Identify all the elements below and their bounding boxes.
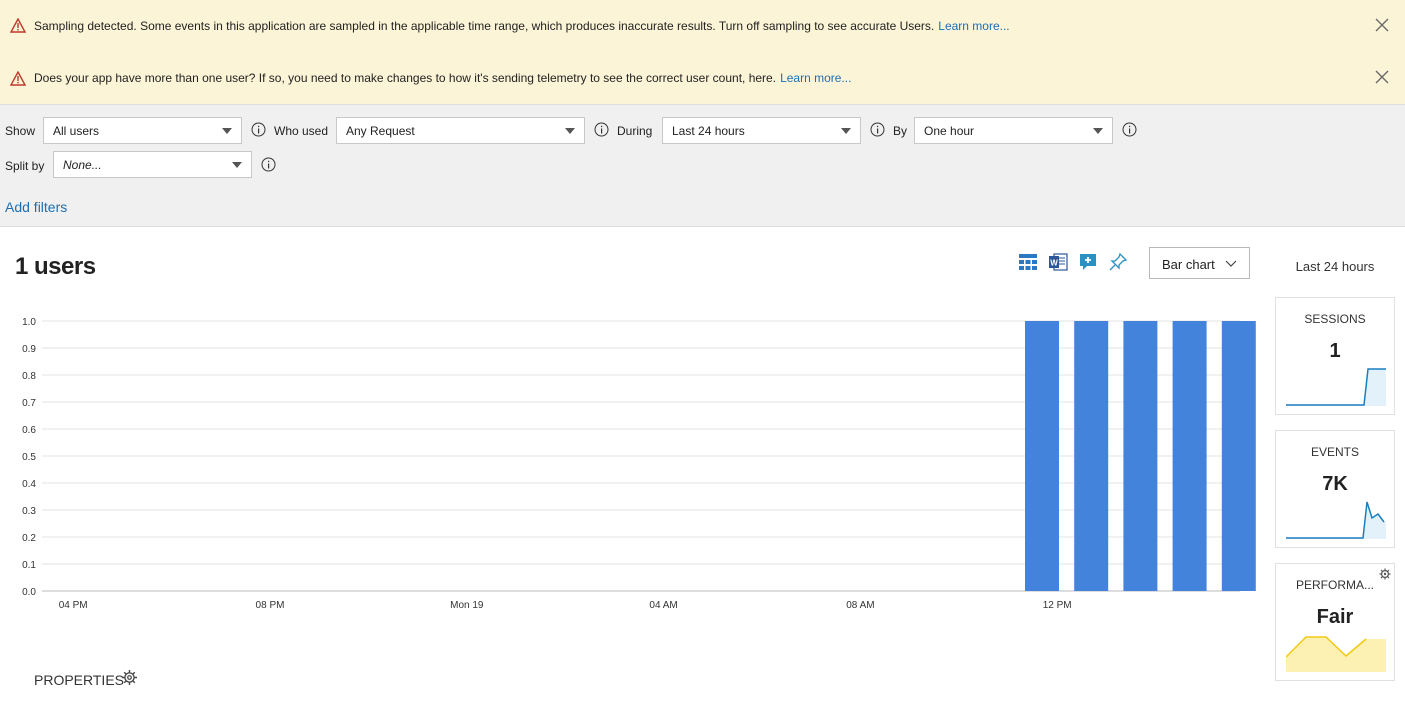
chevron-down-icon	[565, 128, 575, 134]
banner-message: Does your app have more than one user? I…	[34, 71, 852, 85]
x-tick-label: 08 AM	[846, 600, 874, 611]
info-icon[interactable]	[870, 122, 885, 137]
tile-value: 7K	[1322, 473, 1348, 495]
show-dropdown[interactable]: All users	[43, 117, 242, 144]
info-icon[interactable]	[261, 157, 276, 172]
svg-text:W: W	[1050, 259, 1058, 268]
chart-type-dropdown[interactable]: Bar chart	[1149, 247, 1250, 279]
chevron-down-icon	[841, 128, 851, 134]
split-by-dropdown[interactable]: None...	[53, 151, 252, 178]
sampling-warning-banner: Sampling detected. Some events in this a…	[0, 0, 1405, 51]
performance-sparkline	[1286, 636, 1386, 672]
gear-icon[interactable]	[121, 669, 138, 686]
chevron-down-icon	[232, 162, 242, 168]
y-tick-label: 0.2	[22, 533, 36, 544]
sessions-sparkline	[1286, 368, 1386, 406]
who-used-dropdown[interactable]: Any Request	[336, 117, 585, 144]
sessions-tile[interactable]: SESSIONS 1	[1275, 297, 1395, 415]
time-range-label: Last 24 hours	[1295, 259, 1375, 274]
warning-icon	[10, 18, 26, 33]
y-tick-label: 0.0	[22, 587, 36, 598]
bar	[1074, 321, 1109, 591]
show-label: Show	[5, 124, 36, 138]
events-tile[interactable]: EVENTS 7K	[1275, 430, 1395, 548]
x-tick-label: Mon 19	[450, 600, 484, 611]
pin-icon[interactable]	[1108, 252, 1128, 272]
x-tick-label: 08 PM	[256, 600, 285, 611]
y-tick-label: 0.1	[22, 560, 36, 571]
x-tick-label: 12 PM	[1043, 600, 1072, 611]
multi-user-warning-banner: Does your app have more than one user? I…	[0, 51, 1405, 104]
tile-value: 1	[1329, 340, 1341, 362]
chevron-down-icon	[1093, 128, 1103, 134]
x-tick-label: 04 AM	[649, 600, 677, 611]
tile-name: PERFORMA...	[1295, 578, 1374, 592]
close-icon[interactable]	[1375, 70, 1389, 84]
performance-tile[interactable]: PERFORMA... Fair	[1275, 563, 1395, 681]
properties-heading: PROPERTIES	[34, 672, 124, 688]
word-export-icon[interactable]: W	[1048, 252, 1068, 272]
y-tick-label: 0.6	[22, 425, 36, 436]
tile-name: SESSIONS	[1304, 312, 1366, 326]
by-label: By	[893, 124, 908, 138]
bar	[1172, 321, 1207, 591]
add-comment-icon[interactable]	[1078, 252, 1098, 272]
close-icon[interactable]	[1375, 18, 1389, 32]
y-tick-label: 0.9	[22, 344, 36, 355]
y-tick-label: 0.4	[22, 479, 36, 490]
x-tick-label: 04 PM	[59, 600, 88, 611]
during-label: During	[617, 124, 653, 138]
bar	[1221, 321, 1256, 591]
users-bar-chart: 0.0 0.1 0.2 0.3 0.4 0.5 0.6 0.7 0.8 0.9 1.0 04 PM 08…	[22, 317, 1256, 611]
page-title: 1 users	[15, 253, 96, 280]
y-tick-label: 0.5	[22, 452, 36, 463]
events-sparkline	[1286, 501, 1386, 539]
tile-value: Fair	[1316, 606, 1354, 628]
learn-more-link[interactable]: Learn more...	[938, 19, 1009, 33]
y-tick-label: 0.8	[22, 371, 36, 382]
y-tick-label: 0.7	[22, 398, 36, 409]
grid-view-icon[interactable]	[1018, 252, 1038, 272]
chevron-down-icon	[222, 128, 232, 134]
bar	[1025, 321, 1059, 591]
tile-name: EVENTS	[1310, 445, 1359, 459]
y-tick-label: 1.0	[22, 317, 36, 328]
split-by-label: Split by	[5, 159, 45, 173]
info-icon[interactable]	[594, 122, 609, 137]
banner-message: Sampling detected. Some events in this a…	[34, 19, 1010, 33]
add-filters-link[interactable]: Add filters	[5, 199, 67, 215]
who-used-label: Who used	[274, 124, 329, 138]
warning-icon	[10, 71, 26, 86]
learn-more-link[interactable]: Learn more...	[780, 71, 851, 85]
y-tick-label: 0.3	[22, 506, 36, 517]
bar	[1123, 321, 1158, 591]
info-icon[interactable]	[1122, 122, 1137, 137]
filter-bar: Show All users Who used Any Request Duri…	[0, 104, 1405, 227]
info-icon[interactable]	[251, 122, 266, 137]
by-dropdown[interactable]: One hour	[914, 117, 1113, 144]
during-dropdown[interactable]: Last 24 hours	[662, 117, 861, 144]
chevron-down-icon	[1225, 260, 1237, 267]
